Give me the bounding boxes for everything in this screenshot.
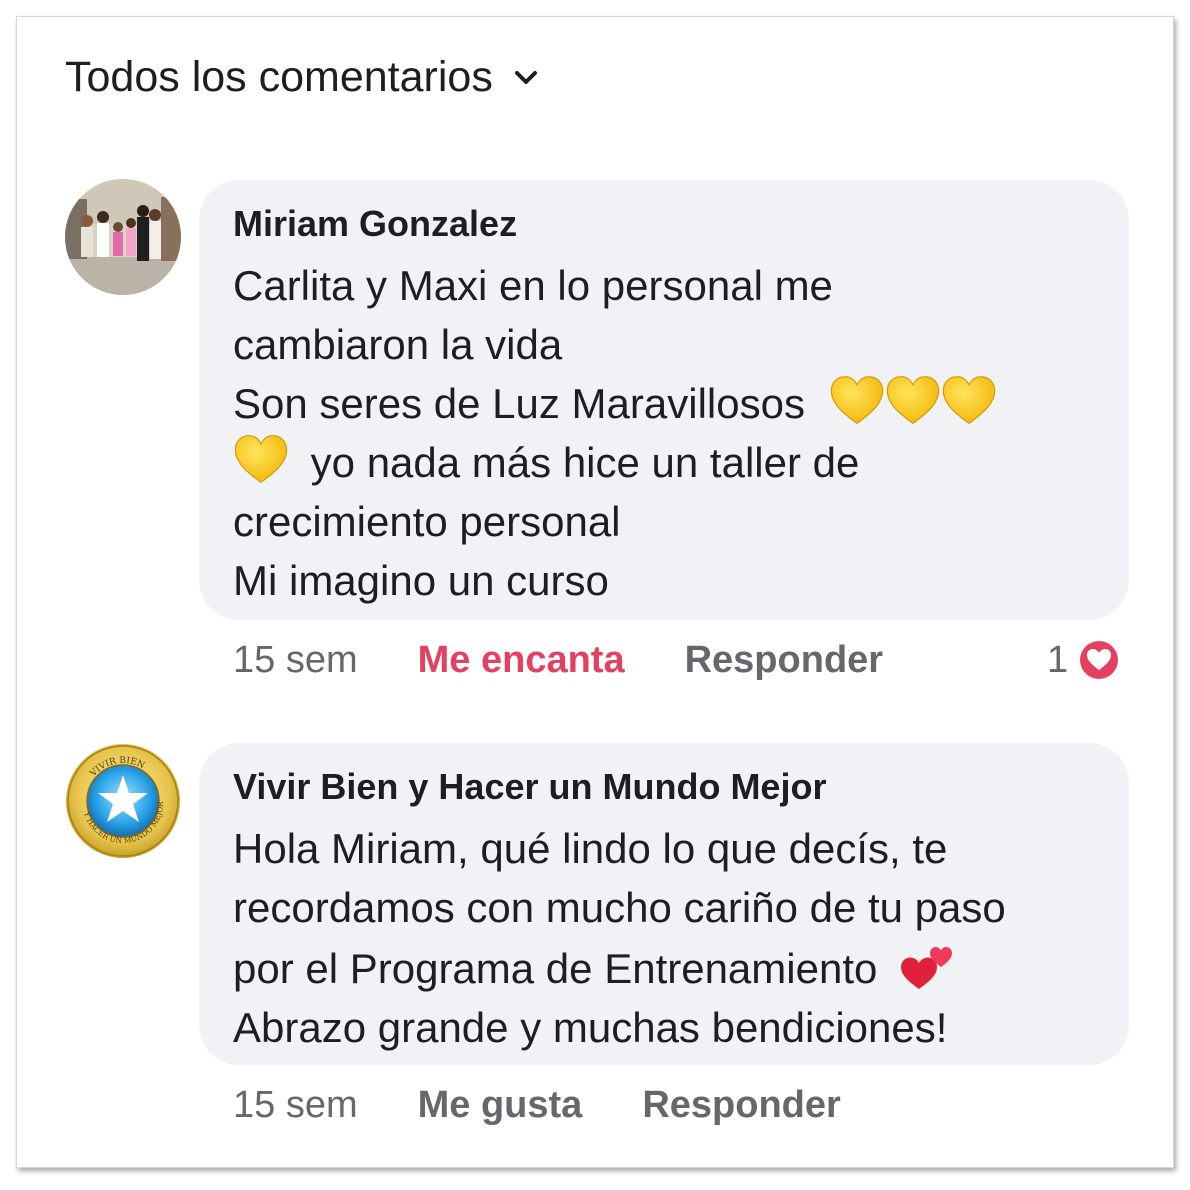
comments-panel: Todos los comentarios Miriam Gonzalez Ca…: [16, 16, 1174, 1168]
reaction-count[interactable]: 1: [1047, 637, 1122, 683]
comment-line-with-emoji: yo nada más hice un taller de: [233, 433, 997, 492]
comment-bubble: Vivir Bien y Hacer un Mundo Mejor Hola M…: [199, 743, 1129, 1065]
comment-actions: 15 sem Me gusta Responder: [233, 1084, 841, 1127]
reply-button[interactable]: Responder: [642, 1084, 840, 1127]
love-reaction-icon: [1077, 638, 1122, 682]
comment-author[interactable]: Vivir Bien y Hacer un Mundo Mejor: [233, 765, 1006, 809]
comment-timestamp[interactable]: 15 sem: [233, 1084, 358, 1127]
comment-bubble: Miriam Gonzalez Carlita y Maxi en lo per…: [199, 180, 1129, 620]
comment-line: crecimiento personal: [233, 498, 621, 545]
like-button[interactable]: Me gusta: [418, 1084, 583, 1127]
comment-line-with-emoji: Son seres de Luz Maravillosos: [233, 374, 997, 433]
comment-line-text: Son seres de Luz Maravillosos: [233, 380, 805, 427]
comment-actions: 15 sem Me encanta Responder: [233, 639, 883, 682]
yellow-heart-icon: [941, 374, 997, 426]
love-reaction-button[interactable]: Me encanta: [418, 639, 625, 682]
yellow-heart-icon: [233, 433, 289, 485]
filter-label: Todos los comentarios: [65, 53, 493, 101]
avatar-vivir-bien[interactable]: VIVIR BIEN Y HACER UN MUNDO MEJOR: [65, 743, 181, 859]
comment-line: recordamos con mucho cariño de tu paso: [233, 884, 1006, 931]
comment-line-text: por el Programa de Entrenamiento: [233, 945, 878, 992]
vivir-bien-logo-icon: VIVIR BIEN Y HACER UN MUNDO MEJOR: [66, 744, 180, 858]
comment-text: Carlita y Maxi en lo personal me cambiar…: [233, 256, 997, 610]
comment-line: Carlita y Maxi en lo personal me: [233, 262, 833, 309]
group-photo-avatar-icon: [65, 179, 181, 295]
comment-line: cambiaron la vida: [233, 321, 563, 368]
comment-line: Mi imagino un curso: [233, 557, 609, 604]
yellow-heart-icon: [829, 374, 885, 426]
comment-line: Hola Miriam, qué lindo lo que decís, te: [233, 825, 948, 872]
avatar-miriam-gonzalez[interactable]: [65, 179, 181, 295]
comment-timestamp[interactable]: 15 sem: [233, 639, 358, 682]
reaction-count-value: 1: [1047, 638, 1069, 681]
comment-author[interactable]: Miriam Gonzalez: [233, 202, 997, 246]
comment-text: Hola Miriam, qué lindo lo que decís, te …: [233, 819, 1006, 1057]
two-hearts-icon: [901, 947, 953, 989]
comment-line-text: yo nada más hice un taller de: [310, 439, 860, 486]
reply-button[interactable]: Responder: [685, 639, 883, 682]
chevron-down-icon: [514, 70, 537, 84]
comment-line-with-emoji: por el Programa de Entrenamiento: [233, 937, 1006, 998]
comment-line: Abrazo grande y muchas bendiciones!: [233, 1004, 948, 1051]
comments-filter-dropdown[interactable]: Todos los comentarios: [65, 53, 541, 102]
yellow-heart-icon: [885, 374, 941, 426]
